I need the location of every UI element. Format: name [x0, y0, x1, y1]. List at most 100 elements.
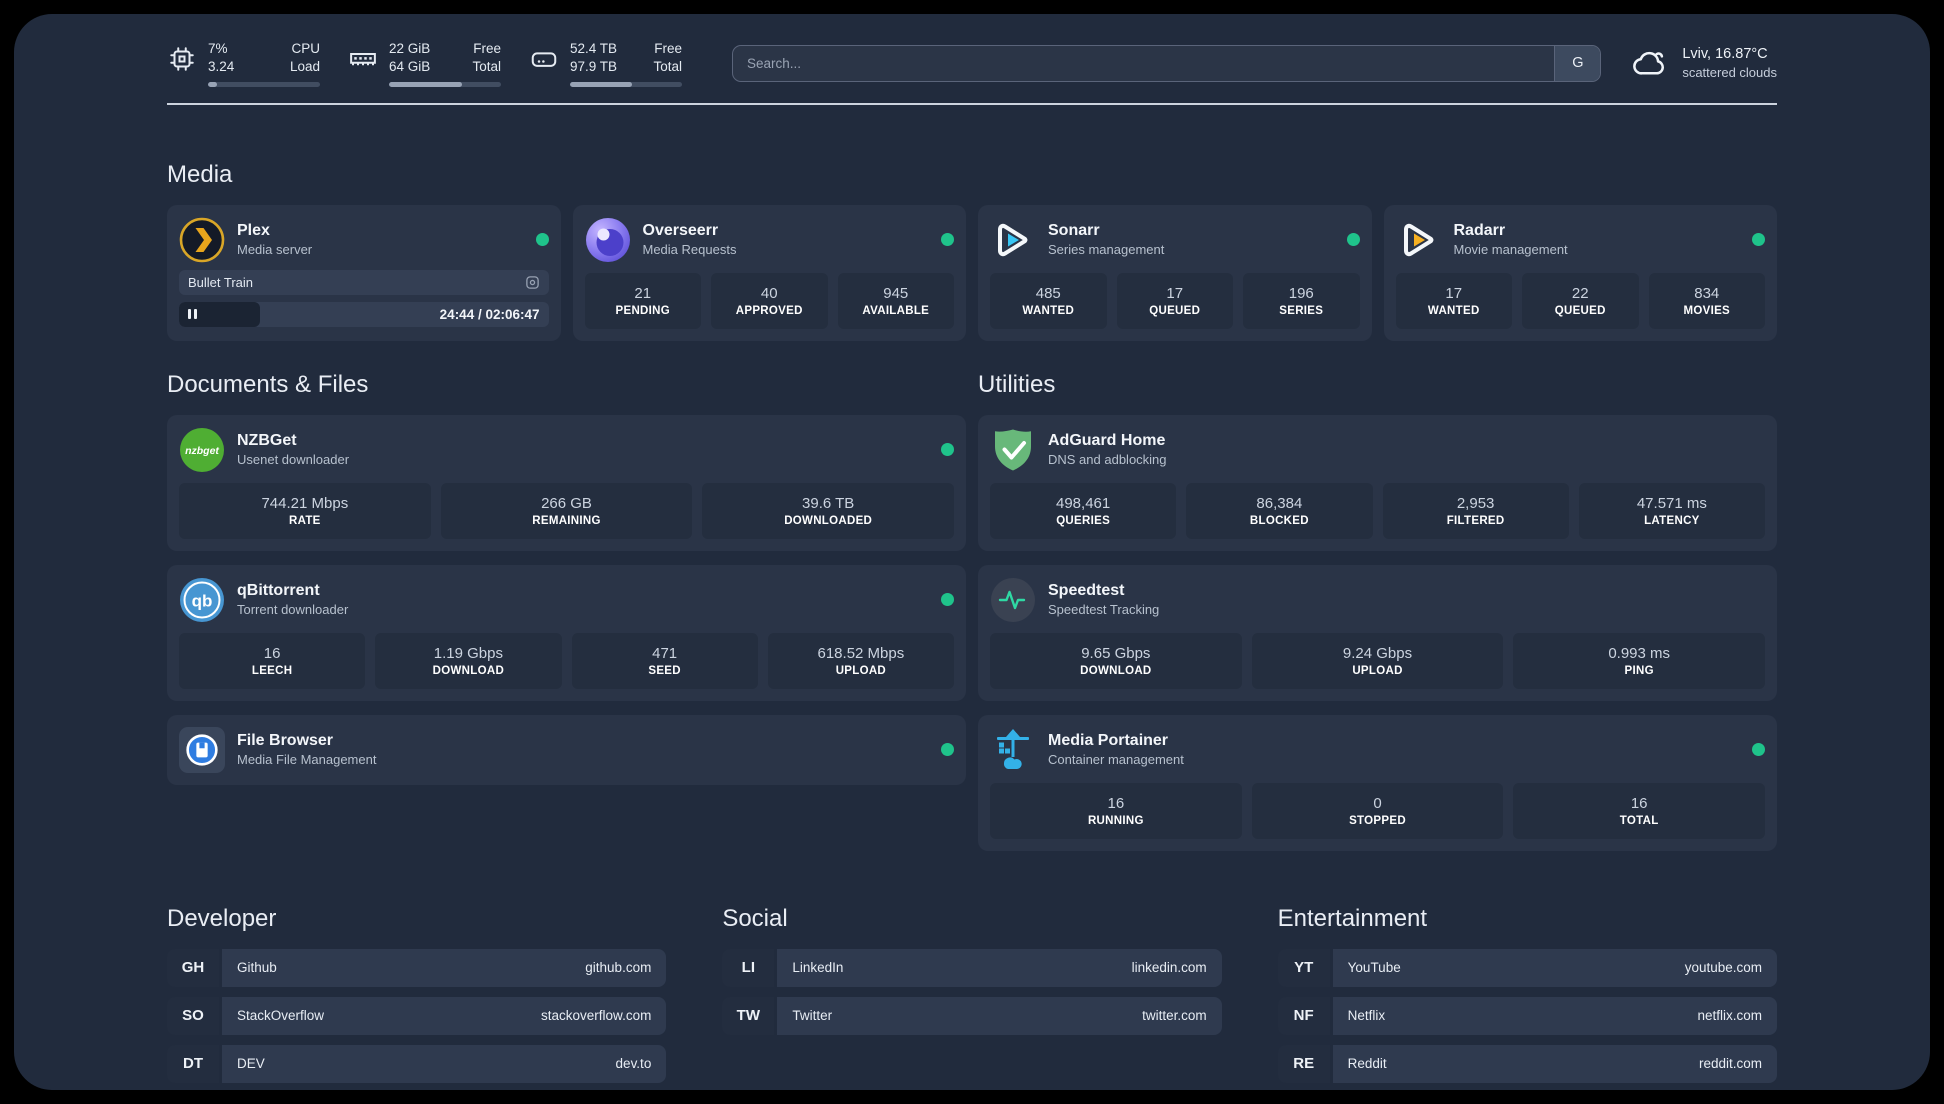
app-subtitle: Speedtest Tracking [1048, 602, 1160, 618]
app-card-nzbget[interactable]: nzbget NZBGet Usenet downloader 744.21 M… [167, 414, 966, 551]
now-playing-row: Bullet Train [179, 269, 549, 295]
cpu-widget: 7% 3.24 CPU Load [167, 40, 320, 87]
app-card-radarr[interactable]: Radarr Movie management 17 WANTED 22 QUE… [1383, 204, 1777, 341]
app-card-adguard[interactable]: AdGuard Home DNS and adblocking 498,461 … [978, 414, 1777, 551]
adguard-stat-filtered: 2,953 FILTERED [1382, 482, 1569, 539]
section-developer: Developer GH Github github.com SO StackO… [167, 904, 667, 1083]
app-name: Plex [237, 222, 270, 240]
speedtest-stat-upload: 9.24 Gbps UPLOAD [1251, 632, 1504, 689]
radarr-stat-movies: 834 MOVIES [1648, 272, 1765, 329]
weather-widget: Lviv, 16.87°C scattered clouds [1631, 44, 1777, 82]
svg-text:nzbget: nzbget [185, 445, 219, 457]
bookmark-dev[interactable]: DT DEV dev.to [167, 1044, 667, 1083]
bookmark-github[interactable]: GH Github github.com [167, 948, 667, 987]
bookmark-stackoverflow[interactable]: SO StackOverflow stackoverflow.com [167, 996, 667, 1035]
app-subtitle: Media server [237, 242, 313, 258]
ram-progress-fill [389, 81, 462, 87]
dashboard-panel: 7% 3.24 CPU Load 22 GiB 64 GiB Free Tota… [14, 14, 1930, 1090]
app-name: Speedtest [1048, 582, 1125, 600]
portainer-stat-running: 16 RUNNING [990, 782, 1242, 839]
bookmark-name: Github [237, 960, 277, 976]
section-title-developer: Developer [167, 904, 277, 932]
qbittorrent-stat-download: 1.19 Gbps DOWNLOAD [375, 632, 562, 689]
now-playing-title: Bullet Train [188, 274, 254, 290]
ram-progress-bar [389, 81, 501, 87]
portainer-icon [990, 727, 1036, 773]
pause-icon[interactable] [188, 309, 197, 320]
plex-icon [179, 217, 225, 263]
ram-free-label: Free [473, 41, 501, 56]
weather-condition: scattered clouds [1682, 65, 1777, 81]
section-title-social: Social [722, 904, 788, 932]
app-name: Sonarr [1048, 222, 1100, 240]
bookmark-abbr: YT [1277, 948, 1330, 987]
app-card-plex[interactable]: Plex Media server Bullet Train 24:44 / 0… [167, 204, 561, 341]
filebrowser-icon [179, 726, 225, 773]
bookmark-url: twitter.com [1142, 1008, 1207, 1024]
app-subtitle: Container management [1048, 752, 1184, 768]
radarr-stat-wanted: 17 WANTED [1395, 272, 1512, 329]
overseerr-stat-pending: 21 PENDING [584, 272, 701, 329]
bookmark-reddit[interactable]: RE Reddit reddit.com [1277, 1044, 1777, 1083]
bookmark-abbr: DT [167, 1044, 219, 1083]
bookmark-twitter[interactable]: TW Twitter twitter.com [722, 996, 1222, 1035]
cpu-icon [167, 44, 197, 74]
app-name: Radarr [1453, 222, 1506, 240]
nzbget-stat-downloaded: 39.6 TB DOWNLOADED [702, 482, 955, 539]
qbittorrent-icon: qb [179, 577, 225, 623]
app-card-speedtest[interactable]: Speedtest Speedtest Tracking 9.65 Gbps D… [978, 564, 1777, 701]
bookmark-name: DEV [237, 1056, 265, 1072]
bookmark-url: stackoverflow.com [541, 1008, 652, 1024]
app-card-filebrowser[interactable]: File Browser Media File Management [167, 714, 966, 785]
app-card-qbittorrent[interactable]: qb qBittorrent Torrent downloader 16 LEE… [167, 564, 966, 701]
bookmark-abbr: SO [167, 996, 219, 1035]
adguard-icon [990, 427, 1036, 473]
app-name: AdGuard Home [1048, 432, 1166, 450]
disk-icon [529, 44, 559, 74]
bookmark-name: YouTube [1347, 960, 1401, 976]
cpu-load-value: 3.24 [208, 58, 235, 74]
status-dot [535, 233, 549, 247]
ram-free-value: 22 GiB [389, 41, 431, 56]
radarr-icon [1396, 217, 1442, 263]
app-card-sonarr[interactable]: Sonarr Series management 485 WANTED 17 Q… [978, 204, 1372, 341]
app-name: Overseerr [642, 222, 719, 240]
app-name: qBittorrent [237, 582, 320, 600]
search-engine-button[interactable]: G [1554, 45, 1601, 81]
speedtest-stat-ping: 0.993 ms PING [1513, 632, 1766, 689]
search-input[interactable] [732, 44, 1602, 82]
app-card-overseerr[interactable]: Overseerr Media Requests 21 PENDING 40 A… [572, 204, 966, 341]
app-name: File Browser [237, 732, 334, 750]
adguard-stat-blocked: 86,384 BLOCKED [1186, 482, 1373, 539]
ram-icon [348, 44, 378, 74]
bookmark-url: linkedin.com [1131, 960, 1207, 976]
bookmark-url: netflix.com [1697, 1008, 1762, 1024]
section-title-entertainment: Entertainment [1277, 904, 1428, 932]
header-divider [167, 102, 1777, 105]
app-subtitle: Usenet downloader [237, 452, 350, 468]
nzbget-stat-rate: 744.21 Mbps RATE [179, 482, 431, 539]
bookmark-name: Reddit [1347, 1056, 1387, 1072]
playback-progress-bar[interactable]: 24:44 / 02:06:47 [179, 301, 549, 327]
disk-widget: 52.4 TB 97.9 TB Free Total [529, 40, 682, 87]
disk-free-label: Free [654, 41, 682, 56]
disk-progress-fill [570, 81, 632, 87]
qbittorrent-stat-leech: 16 LEECH [179, 632, 366, 689]
top-bar: 7% 3.24 CPU Load 22 GiB 64 GiB Free Tota… [167, 40, 1777, 87]
bookmark-url: youtube.com [1684, 960, 1762, 976]
bookmark-linkedin[interactable]: LI LinkedIn linkedin.com [722, 948, 1222, 987]
disk-progress-bar [570, 81, 682, 87]
bookmark-name: StackOverflow [237, 1008, 325, 1024]
status-dot [941, 593, 954, 607]
bookmark-youtube[interactable]: YT YouTube youtube.com [1277, 948, 1777, 987]
cpu-progress-bar [208, 81, 320, 87]
overseerr-icon [585, 217, 631, 263]
playback-time: 24:44 / 02:06:47 [439, 306, 540, 322]
app-name: Media Portainer [1048, 732, 1169, 750]
bookmark-netflix[interactable]: NF Netflix netflix.com [1277, 996, 1777, 1035]
status-dot [1346, 233, 1360, 247]
app-card-portainer[interactable]: Media Portainer Container management 16 … [978, 714, 1777, 851]
bookmark-url: github.com [585, 960, 652, 976]
nzbget-stat-remaining: 266 GB REMAINING [440, 482, 693, 539]
bookmark-url: reddit.com [1698, 1056, 1762, 1072]
